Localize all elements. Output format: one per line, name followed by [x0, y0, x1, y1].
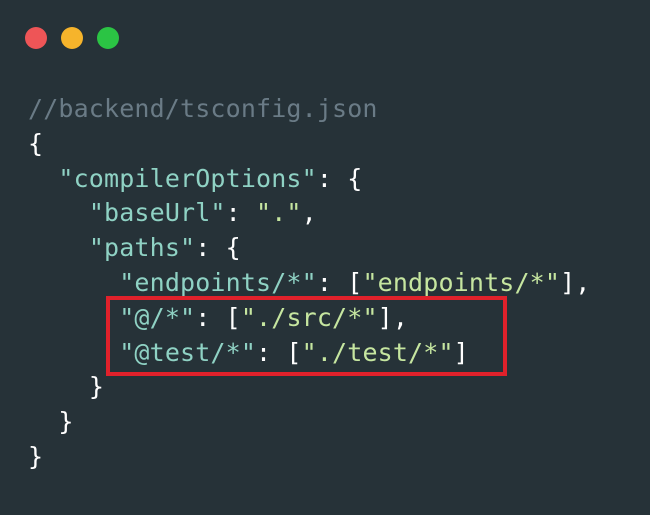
close-window-button[interactable]: [25, 27, 47, 49]
minimize-window-button[interactable]: [61, 27, 83, 49]
paths-close-brace: }: [88, 372, 105, 402]
root-close-brace: }: [28, 441, 44, 471]
code-line-3: "compilerOptions": {: [28, 162, 590, 197]
punctuation: : [: [256, 337, 302, 367]
code-line-9: }: [28, 370, 590, 405]
window-controls: [25, 27, 119, 49]
code-line-6: "endpoints/*": ["endpoints/*"],: [28, 266, 590, 301]
compiler-options-close-brace: }: [58, 407, 74, 437]
code-line-2: {: [28, 127, 590, 162]
at-test-path-value: "./test/*": [301, 337, 454, 367]
punctuation: ,: [301, 198, 317, 228]
punctuation: : {: [195, 233, 241, 263]
endpoints-path-key: "endpoints/*": [119, 267, 317, 297]
code-line-1: //backend/tsconfig.json: [28, 92, 590, 127]
punctuation: :: [225, 198, 257, 228]
code-line-4: "baseUrl": ".",: [28, 196, 590, 231]
punctuation: : {: [316, 163, 363, 193]
at-test-path-key: "@test/*": [119, 337, 257, 367]
punctuation: : [: [195, 302, 241, 332]
at-path-value: "./src/*": [240, 302, 378, 332]
root-open-brace: {: [28, 128, 44, 158]
code-block: //backend/tsconfig.json { "compilerOption…: [28, 92, 590, 475]
endpoints-path-value: "endpoints/*": [362, 267, 561, 297]
base-url-key: "baseUrl": [88, 198, 226, 228]
compiler-options-key: "compilerOptions": [58, 163, 317, 193]
punctuation: : [: [316, 267, 363, 297]
at-path-key: "@/*": [119, 302, 196, 332]
code-line-10: }: [28, 405, 590, 440]
maximize-window-button[interactable]: [97, 27, 119, 49]
punctuation: ]: [453, 337, 469, 367]
base-url-value: ".": [256, 198, 302, 228]
punctuation: ],: [560, 267, 591, 297]
paths-key: "paths": [88, 233, 196, 263]
punctuation: ],: [377, 302, 409, 332]
code-line-5: "paths": {: [28, 231, 590, 266]
file-path-comment: //backend/tsconfig.json: [28, 94, 378, 123]
code-line-11: }: [28, 440, 590, 475]
code-line-7: "@/*": ["./src/*"],: [28, 301, 590, 336]
code-line-8: "@test/*": ["./test/*"]: [28, 336, 590, 371]
